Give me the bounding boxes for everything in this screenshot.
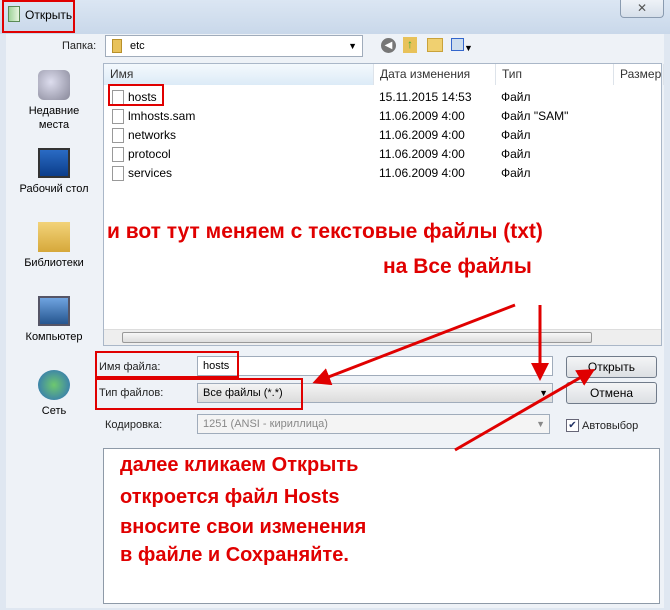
annotation-line-3: далее кликаем Открыть — [120, 454, 359, 476]
annotation-line-1: и вот тут меняем с текстовые файлы (txt) — [107, 220, 543, 243]
annotation-line-4: откроется файл Hosts — [120, 486, 340, 508]
annotation-line-5: вносите свои изменения — [120, 516, 367, 538]
arrow-to-open — [454, 368, 596, 452]
annotation-line-2: на Все файлы — [383, 255, 532, 278]
annotation-line-6: в файле и Сохраняйте. — [120, 544, 349, 566]
arrow-to-filetype — [312, 303, 516, 386]
